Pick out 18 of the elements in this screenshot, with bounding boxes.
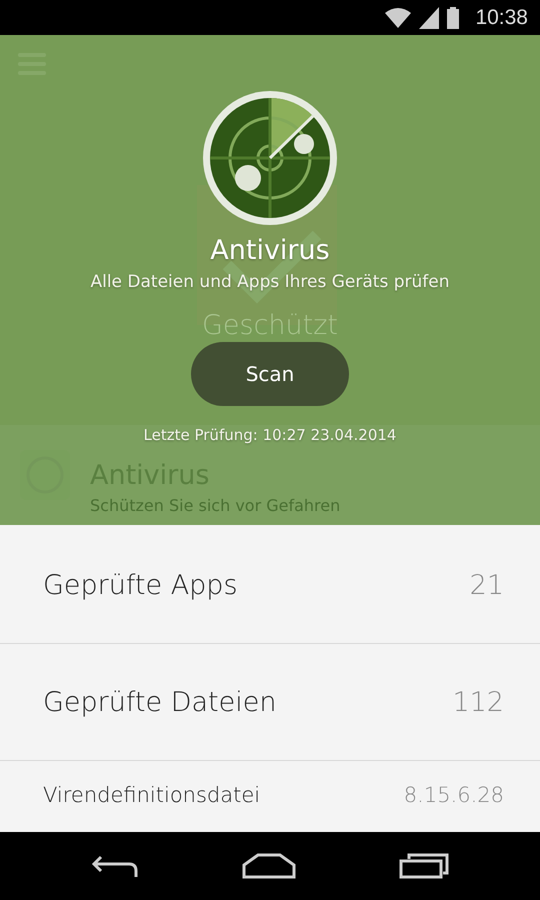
back-icon[interactable]	[91, 853, 140, 879]
scan-button[interactable]: Scan	[191, 342, 349, 406]
stat-value: 8.15.6.28	[404, 782, 504, 806]
status-time: 10:38	[475, 6, 528, 30]
stat-value: 21	[470, 570, 504, 600]
panel-subtitle: Alle Dateien und Apps Ihres Geräts prüfen	[90, 272, 450, 292]
signal-icon	[419, 6, 440, 28]
protected-status: Geschützt	[200, 310, 339, 341]
stat-value: 112	[452, 686, 504, 718]
stat-label: Geprüfte Apps	[43, 570, 238, 600]
battery-icon	[447, 6, 460, 28]
home-icon[interactable]	[242, 853, 296, 879]
last-check-text: Letzte Prüfung: 10:27 23.04.2014	[144, 426, 396, 444]
recent-apps-icon[interactable]	[398, 853, 449, 879]
stat-label: Geprüfte Dateien	[43, 686, 276, 718]
stat-label: Virendefinitionsdatei	[43, 782, 260, 806]
panel-title: Antivirus	[210, 235, 330, 266]
wifi-icon	[385, 8, 412, 28]
